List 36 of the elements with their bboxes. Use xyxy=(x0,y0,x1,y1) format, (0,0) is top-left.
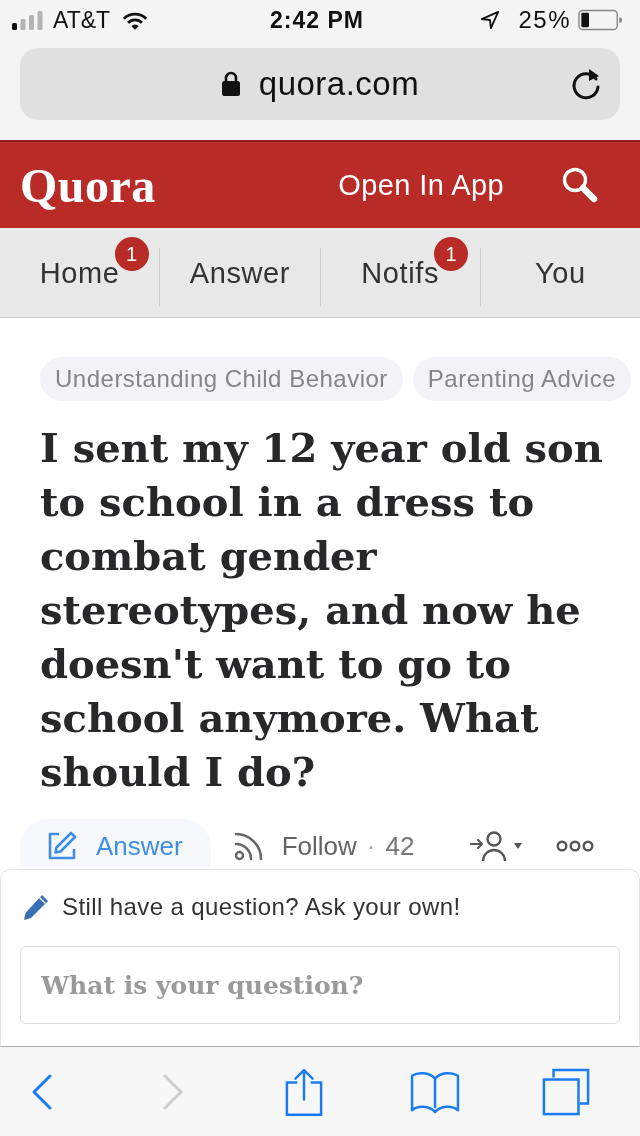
nav-tab[interactable]: You xyxy=(480,228,640,317)
question-title: I sent my 12 year old son to school in a dress to combat gender stereotypes, and now he doesn't want to go to school anymore. What should I do? xyxy=(40,423,604,797)
url-text: quora.com xyxy=(258,65,420,103)
person-add-icon xyxy=(470,830,509,862)
topic-chip[interactable]: Understanding Child Behavior xyxy=(40,357,403,401)
topic-chip[interactable]: Parenting Advice xyxy=(412,357,631,401)
clock-time: 2:42 PM xyxy=(270,6,364,34)
battery-icon xyxy=(578,9,622,31)
reload-icon xyxy=(570,67,602,101)
pencil-icon xyxy=(22,893,50,921)
address-bar[interactable]: quora.com xyxy=(20,48,620,120)
lock-icon xyxy=(220,71,241,97)
search-button[interactable] xyxy=(560,165,600,205)
answer-button[interactable]: Answer xyxy=(20,819,211,867)
share-icon xyxy=(285,1066,323,1117)
signal-icon xyxy=(12,10,43,30)
chevron-right-icon xyxy=(162,1073,184,1110)
nav-tab[interactable]: Answer xyxy=(160,228,320,317)
tabs-icon xyxy=(542,1067,590,1116)
ask-prompt: Still have a question? Ask your own! xyxy=(62,893,461,921)
rss-icon xyxy=(232,830,265,862)
location-arrow-icon xyxy=(480,10,501,30)
quora-logo[interactable]: Quora xyxy=(20,157,156,213)
book-icon xyxy=(410,1069,460,1114)
open-in-app-link[interactable]: Open In App xyxy=(338,168,504,202)
reload-button[interactable] xyxy=(570,67,602,101)
battery-percent: 25% xyxy=(518,6,571,34)
caret-icon xyxy=(514,843,523,849)
more-icon xyxy=(556,840,595,852)
wifi-icon xyxy=(122,10,149,30)
chevron-left-icon xyxy=(31,1073,53,1110)
edit-icon xyxy=(46,830,78,862)
question-input[interactable]: What is your question? xyxy=(20,946,620,1024)
carrier-name: AT&T xyxy=(53,6,111,34)
search-icon xyxy=(560,165,600,205)
follow-button[interactable]: Follow · 42 xyxy=(232,819,415,867)
